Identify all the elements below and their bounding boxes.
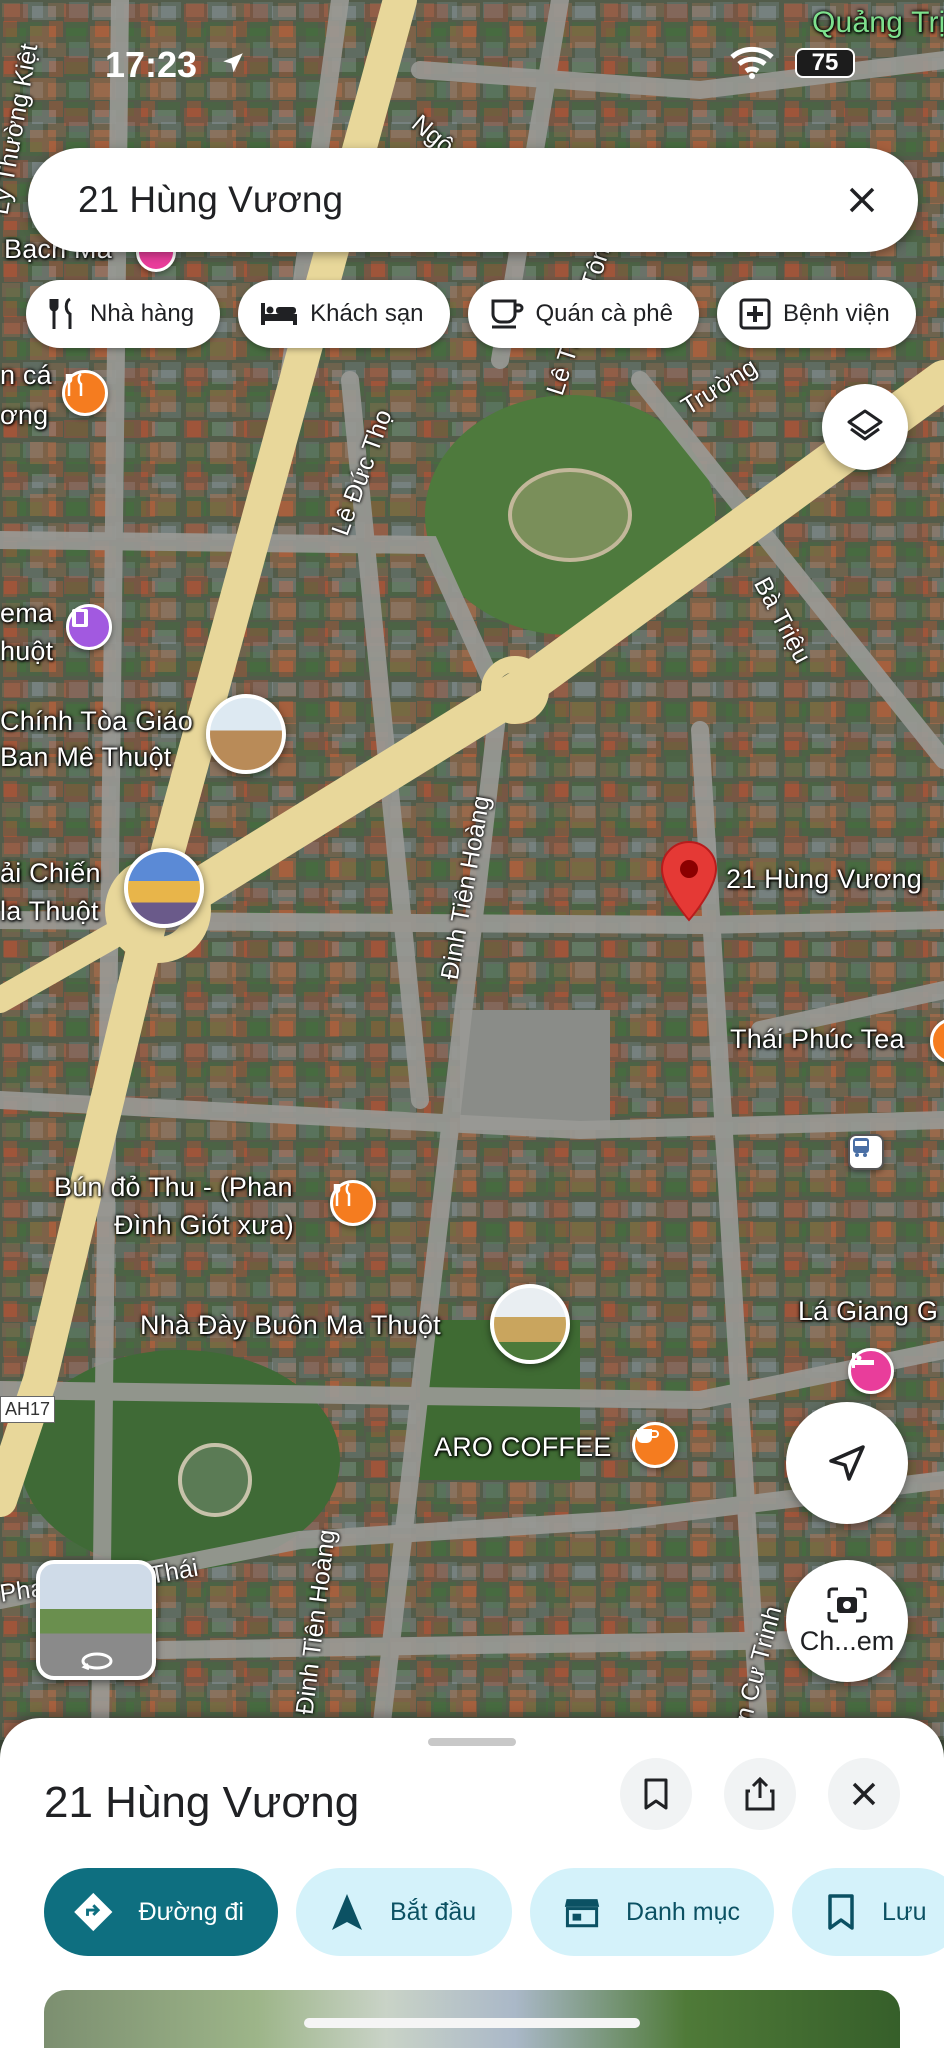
chip-cafes[interactable]: Quán cà phê — [467, 280, 699, 348]
place-label: Đình Giót xưa) — [114, 1210, 294, 1240]
place-label: ơng — [0, 400, 49, 430]
battery-indicator: 75 — [795, 48, 855, 78]
chip-hospitals[interactable]: Bệnh viện — [716, 280, 916, 348]
wifi-icon — [730, 46, 774, 79]
chip-label: Nhà hàng — [90, 300, 195, 327]
hospital-icon — [739, 298, 771, 330]
lens-camera-button[interactable]: Ch...em — [786, 1560, 908, 1682]
search-bar[interactable]: 21 Hùng Vương — [28, 148, 918, 252]
restaurant-pin[interactable] — [330, 1180, 376, 1226]
hotel-icon — [261, 303, 298, 325]
category-chips: Nhà hàng Khách sạn Quán cà phê Bệnh viện — [26, 280, 916, 348]
place-label: huột — [0, 636, 54, 666]
action-label: Lưu — [882, 1897, 927, 1926]
navigation-arrow-icon — [829, 1445, 865, 1481]
navigation-icon — [332, 1894, 362, 1930]
film-icon — [72, 609, 88, 627]
prison-photo-pin[interactable] — [490, 1284, 570, 1364]
bookmark-icon — [828, 1894, 854, 1930]
directions-button[interactable]: Đường đi — [44, 1868, 278, 1956]
restaurant-pin[interactable] — [62, 370, 108, 416]
clock: 17:23 — [105, 44, 198, 85]
status-bar: 17:23 75 — [0, 0, 944, 120]
place-title: 21 Hùng Vương — [44, 1778, 360, 1827]
clear-search-button[interactable] — [838, 176, 886, 224]
save-place-button[interactable] — [620, 1758, 692, 1830]
category-button[interactable]: Danh mục — [530, 1868, 774, 1956]
place-label: Bún đỏ Thu - (Phan — [54, 1172, 293, 1202]
fork-knife-icon — [65, 373, 83, 396]
place-label: ema — [0, 598, 54, 628]
share-icon — [745, 1776, 775, 1811]
location-arrow-icon — [223, 53, 243, 73]
directions-icon — [74, 1892, 113, 1932]
action-label: Đường đi — [138, 1897, 244, 1926]
cafe-pin[interactable] — [632, 1422, 678, 1468]
place-label: Ban Mê Thuột — [0, 742, 172, 772]
chip-label: Quán cà phê — [535, 300, 673, 327]
restaurant-icon — [49, 297, 72, 329]
place-label: la Thuột — [0, 896, 99, 926]
selected-pin-label: 21 Hùng Vương — [726, 864, 923, 894]
place-label: Nhà Đày Buôn Ma Thuột — [140, 1310, 441, 1340]
map-layers-button[interactable] — [822, 384, 908, 470]
coffee-icon — [491, 299, 523, 329]
close-icon — [852, 1782, 876, 1806]
close-sheet-button[interactable] — [828, 1758, 900, 1830]
place-bottom-sheet[interactable]: 21 Hùng Vương Đường đi Bắt đầu Danh mục … — [0, 1718, 944, 2048]
hotel-pin[interactable] — [848, 1348, 894, 1394]
action-label: Danh mục — [626, 1897, 740, 1926]
my-location-button[interactable] — [786, 1402, 908, 1524]
place-actions: Đường đi Bắt đầu Danh mục Lưu — [44, 1868, 944, 1956]
place-label: n cá — [0, 360, 52, 390]
camera-button-label: Ch...em — [799, 1625, 895, 1656]
camera-icon — [827, 1587, 867, 1622]
sheet-grabber[interactable] — [428, 1738, 516, 1746]
store-icon — [564, 1899, 600, 1928]
bed-icon — [852, 1353, 874, 1368]
save-button[interactable]: Lưu — [792, 1868, 944, 1956]
place-label: ải Chiến — [0, 858, 101, 888]
coffee-cup-icon — [637, 1429, 659, 1443]
monument-photo-pin[interactable] — [124, 848, 204, 928]
place-label: Lá Giang G — [798, 1296, 939, 1326]
search-query[interactable]: 21 Hùng Vương — [78, 179, 838, 221]
chip-label: Bệnh viện — [782, 300, 890, 327]
fork-knife-icon — [333, 1183, 351, 1206]
red-pin-icon — [660, 840, 718, 922]
church-photo-pin[interactable] — [206, 694, 286, 774]
chip-label: Khách sạn — [310, 300, 424, 327]
bus-stop-icon[interactable] — [848, 1134, 884, 1170]
street-view-thumbnail[interactable] — [36, 1560, 156, 1680]
chip-restaurants[interactable]: Nhà hàng — [26, 280, 221, 348]
place-label: ARO COFFEE — [434, 1432, 612, 1462]
start-navigation-button[interactable]: Bắt đầu — [296, 1868, 512, 1956]
bookmark-icon — [644, 1778, 668, 1810]
home-indicator[interactable] — [304, 2018, 640, 2028]
route-shield: AH17 — [0, 1396, 56, 1423]
layers-icon — [847, 409, 883, 441]
cinema-pin[interactable] — [66, 604, 112, 650]
rotate-360-icon — [81, 1652, 113, 1671]
action-label: Bắt đầu — [390, 1897, 477, 1926]
share-button[interactable] — [724, 1758, 796, 1830]
place-label: Chính Tòa Giáo — [0, 706, 193, 736]
place-label: Thái Phúc Tea — [730, 1024, 905, 1054]
chip-hotels[interactable]: Khách sạn — [238, 280, 450, 348]
close-icon — [849, 187, 875, 213]
